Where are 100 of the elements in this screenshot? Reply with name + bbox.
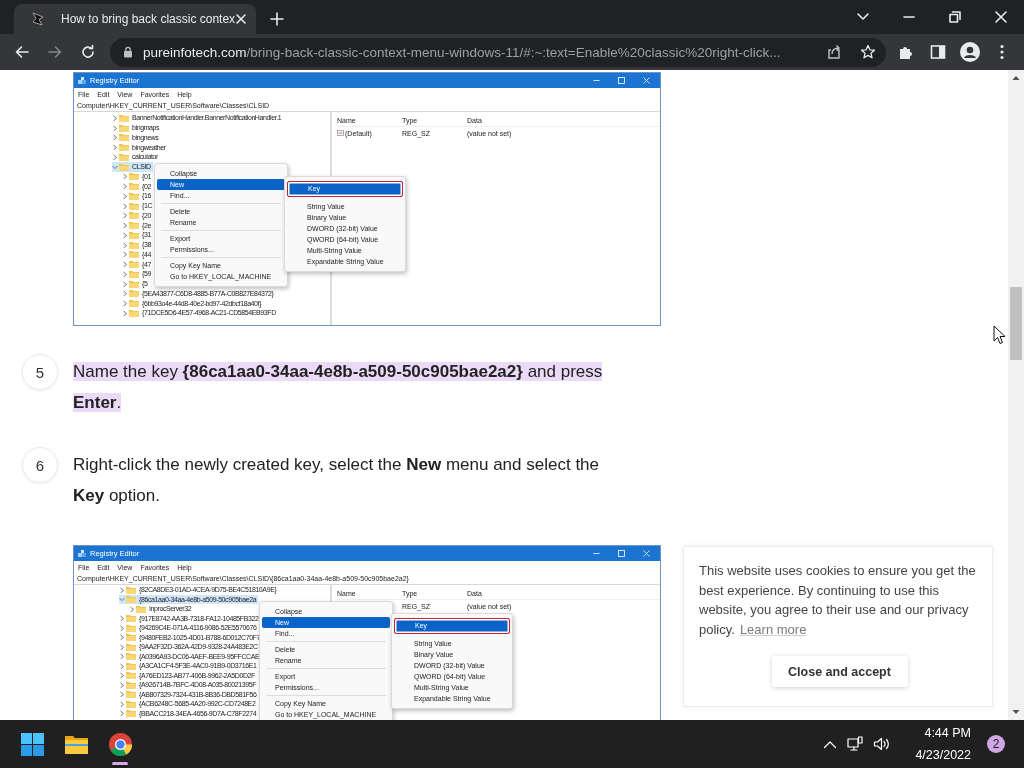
folder-icon [126, 585, 136, 594]
address-field[interactable]: pureinfotech.com/bring-back-classic-context-menu-windows-11/#:~:text=Enable%20classic%20right-click... [110, 37, 886, 67]
browser-tab[interactable]: How to bring back classic contex [14, 4, 256, 34]
folder-icon [126, 680, 136, 689]
folder-icon [119, 143, 129, 152]
back-icon[interactable] [14, 44, 30, 60]
chevron-right-icon[interactable] [112, 114, 118, 121]
folder-icon [119, 113, 129, 122]
folder-icon [126, 652, 136, 661]
chevron-right-icon[interactable] [122, 202, 128, 209]
star-icon[interactable] [860, 44, 876, 60]
clock-time[interactable]: 4:44 PM [915, 722, 971, 744]
folder-icon [129, 172, 139, 181]
folder-icon [126, 690, 136, 699]
chevron-right-icon[interactable] [122, 192, 128, 199]
chevron-right-icon[interactable] [119, 700, 125, 707]
forward-icon [47, 44, 63, 60]
speaker-icon[interactable] [873, 736, 892, 752]
chevron-right-icon[interactable] [119, 624, 125, 631]
folder-icon [129, 269, 139, 278]
chevron-right-icon[interactable] [119, 615, 125, 622]
folder-icon [129, 250, 139, 259]
maximize-icon[interactable] [618, 550, 625, 557]
chevron-right-icon[interactable] [122, 231, 128, 238]
chevron-right-icon[interactable] [122, 300, 128, 307]
chevron-right-icon[interactable] [122, 173, 128, 180]
chevron-right-icon[interactable] [122, 251, 128, 258]
folder-icon [129, 182, 139, 191]
minimize-icon[interactable] [593, 77, 600, 84]
folder-icon [126, 623, 136, 632]
folder-icon [126, 709, 136, 718]
chevron-down-icon[interactable] [856, 12, 870, 22]
chevron-right-icon[interactable] [122, 212, 128, 219]
link[interactable]: Learn more [739, 621, 807, 637]
chevron-right-icon[interactable] [119, 681, 125, 688]
cubes-icon [78, 76, 86, 85]
chevron-right-icon[interactable] [129, 605, 135, 612]
folder-icon [129, 289, 139, 298]
chevron-right-icon[interactable] [119, 634, 125, 641]
scroll-down-icon[interactable] [1012, 709, 1020, 715]
chevron-right-icon[interactable] [112, 153, 118, 160]
chevron-right-icon[interactable] [119, 672, 125, 679]
chevron-right-icon[interactable] [122, 261, 128, 268]
folder-icon [129, 211, 139, 220]
chevron-right-icon[interactable] [122, 241, 128, 248]
folder-icon [129, 230, 139, 239]
scrollbar[interactable] [1008, 70, 1024, 720]
browser-icon[interactable] [108, 732, 132, 756]
network-icon[interactable] [847, 736, 864, 752]
value-icon [337, 130, 344, 136]
folder-icon [119, 133, 129, 142]
step-text: Right-click the newly created key, select the New menu and select the Key option. [73, 454, 600, 507]
chevron-up-icon[interactable] [823, 739, 838, 749]
chevron-right-icon[interactable] [122, 183, 128, 190]
chevron-right-icon[interactable] [119, 691, 125, 698]
chevron-right-icon[interactable] [122, 270, 128, 277]
maximize-icon[interactable] [618, 77, 625, 84]
windows-icon[interactable] [20, 732, 44, 756]
folder-icon [126, 595, 136, 604]
minimize-icon[interactable] [593, 550, 600, 557]
share-icon[interactable] [826, 44, 842, 60]
close-icon[interactable] [995, 11, 1007, 23]
puzzle-icon[interactable] [898, 44, 914, 60]
chevron-right-icon[interactable] [119, 586, 125, 593]
scrollbar-thumb[interactable] [1010, 287, 1022, 360]
chevron-right-icon[interactable] [122, 280, 128, 287]
new-tab-icon[interactable] [270, 12, 284, 26]
chevron-right-icon[interactable] [112, 124, 118, 131]
folder-icon [126, 642, 136, 651]
chevron-right-icon[interactable] [112, 134, 118, 141]
restore-icon[interactable] [949, 11, 961, 23]
notification-badge[interactable]: 2 [987, 735, 1005, 753]
chevron-right-icon[interactable] [122, 290, 128, 297]
clock-date[interactable]: 4/23/2022 [915, 744, 971, 766]
close-icon[interactable] [235, 13, 248, 25]
chevron-right-icon[interactable] [119, 643, 125, 650]
chevron-right-icon[interactable] [119, 710, 125, 717]
folder-icon [126, 671, 136, 680]
chevron-right-icon[interactable] [122, 309, 128, 316]
cursor-icon [993, 325, 1006, 345]
chevron-right-icon[interactable] [119, 653, 125, 660]
more-icon[interactable] [1000, 44, 1004, 60]
reload-icon[interactable] [80, 44, 96, 60]
folder-icon [129, 260, 139, 269]
folder-icon [129, 221, 139, 230]
chevron-right-icon[interactable] [119, 662, 125, 669]
folder-icon [119, 162, 129, 171]
scroll-up-icon[interactable] [1012, 75, 1020, 81]
chevron-right-icon[interactable] [122, 222, 128, 229]
logo-icon [30, 11, 46, 27]
step-text: Name the key {86ca1aa0-34aa-4e8b-a509-50c905bae2a2} and press Enter. [73, 361, 604, 414]
step-number: 5 [22, 354, 58, 390]
folder-icon [126, 699, 136, 708]
lock-icon [123, 46, 133, 58]
cubes-icon [78, 549, 86, 558]
profile-icon[interactable] [960, 42, 980, 62]
accept-button[interactable]: Close and accept [771, 656, 908, 687]
chevron-right-icon[interactable] [112, 144, 118, 151]
folder-icon [129, 299, 139, 308]
sidebar-icon[interactable] [930, 44, 946, 60]
